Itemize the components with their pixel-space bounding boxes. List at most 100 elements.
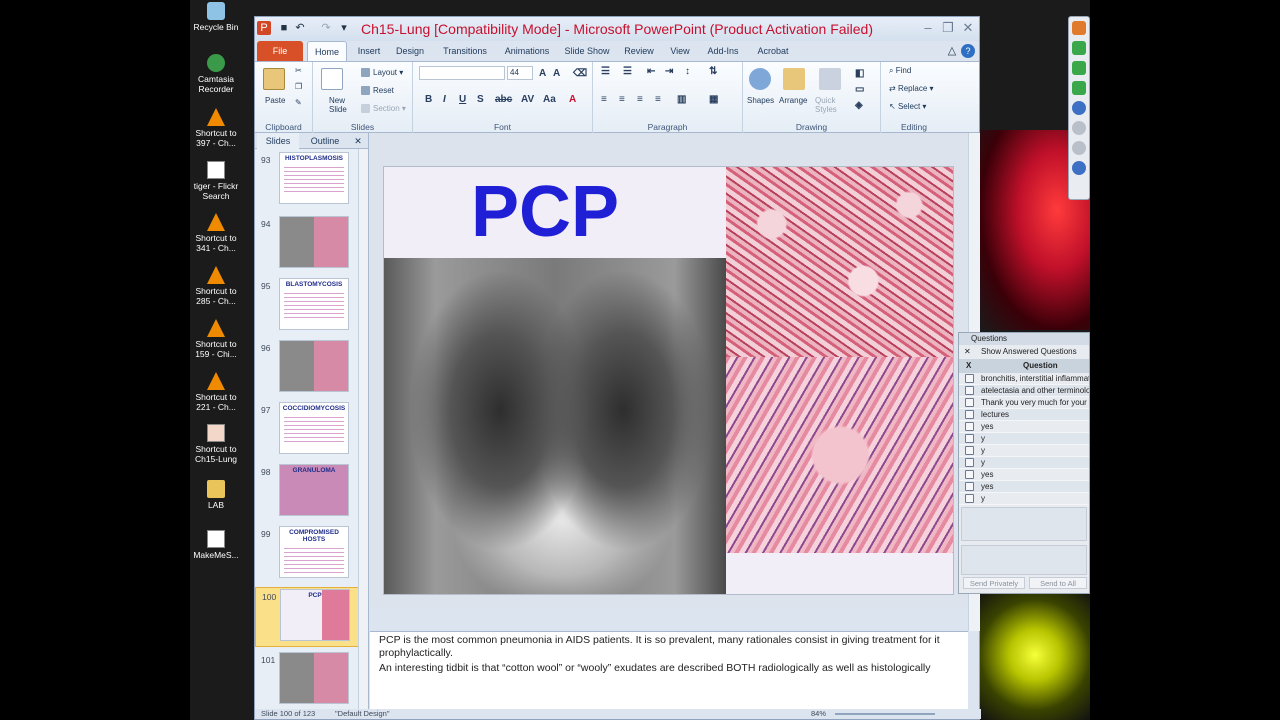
align-left-icon[interactable]: ≡ bbox=[601, 94, 607, 105]
strikethrough-icon[interactable]: abc bbox=[495, 94, 512, 105]
lock-icon[interactable] bbox=[965, 386, 974, 395]
line-spacing-icon[interactable]: ↕ bbox=[685, 66, 690, 77]
question-row[interactable]: yes bbox=[959, 481, 1089, 493]
question-row[interactable]: atelectasia and other terminology bbox=[959, 385, 1089, 397]
question-row[interactable]: Thank you very much for your bbox=[959, 397, 1089, 409]
tab-slide-show[interactable]: Slide Show bbox=[561, 41, 613, 61]
align-right-icon[interactable]: ≡ bbox=[637, 94, 643, 105]
send-privately-button[interactable]: Send Privately bbox=[963, 577, 1025, 589]
bold-icon[interactable]: B bbox=[425, 94, 432, 105]
stop-icon[interactable] bbox=[1072, 121, 1086, 135]
columns-icon[interactable]: ▥ bbox=[677, 94, 686, 105]
shrink-font-icon[interactable]: A bbox=[553, 68, 560, 79]
question-row[interactable]: yes bbox=[959, 469, 1089, 481]
close-answered-icon[interactable]: ✕ bbox=[964, 345, 971, 359]
camera-icon[interactable] bbox=[1072, 61, 1086, 75]
bullets-icon[interactable]: ☰ bbox=[601, 66, 610, 77]
decrease-indent-icon[interactable]: ⇤ bbox=[647, 66, 655, 77]
desktop-icon-shortcut-159[interactable]: Shortcut to 159 - Chi... bbox=[190, 319, 242, 359]
question-reply-area[interactable] bbox=[961, 507, 1087, 541]
justify-icon[interactable]: ≡ bbox=[655, 94, 661, 105]
tab-add-ins[interactable]: Add-Ins bbox=[703, 41, 743, 61]
record-icon[interactable] bbox=[1072, 21, 1086, 35]
layout-button[interactable]: Layout ▾ bbox=[361, 68, 403, 78]
cut-icon[interactable]: ✂ bbox=[295, 66, 302, 75]
italic-icon[interactable]: I bbox=[443, 94, 446, 105]
zoom-level[interactable]: 84% bbox=[811, 709, 826, 718]
arrange-button[interactable]: Arrange bbox=[779, 96, 807, 105]
shape-outline-icon[interactable]: ▭ bbox=[855, 84, 864, 95]
tab-insert[interactable]: Insert bbox=[351, 41, 387, 61]
paste-button[interactable]: Paste bbox=[265, 96, 285, 105]
zoom-slider[interactable] bbox=[835, 713, 935, 715]
tab-acrobat[interactable]: Acrobat bbox=[749, 41, 797, 61]
slide-thumbnail-100[interactable]: 100 PCP bbox=[255, 587, 359, 647]
slide-thumbnail-95[interactable]: 95 BLASTOMYCOSIS bbox=[255, 277, 359, 337]
shape-effects-icon[interactable]: ◈ bbox=[855, 100, 863, 111]
select-button[interactable]: ↖ Select ▾ bbox=[889, 102, 926, 111]
format-painter-icon[interactable]: ✎ bbox=[295, 98, 302, 107]
tab-animations[interactable]: Animations bbox=[499, 41, 555, 61]
shapes-icon[interactable] bbox=[749, 68, 771, 90]
tab-slides[interactable]: Slides bbox=[257, 133, 299, 149]
lock-icon[interactable] bbox=[965, 470, 974, 479]
replace-button[interactable]: ⇄ Replace ▾ bbox=[889, 84, 934, 93]
desktop-icon-shortcut-221[interactable]: Shortcut to 221 - Ch... bbox=[190, 372, 242, 412]
desktop-icon-shortcut-285[interactable]: Shortcut to 285 - Ch... bbox=[190, 266, 242, 306]
lock-icon[interactable] bbox=[965, 398, 974, 407]
slides-pane-scrollbar[interactable] bbox=[358, 149, 368, 711]
tab-file[interactable]: File bbox=[257, 41, 303, 61]
lock-icon[interactable] bbox=[965, 410, 974, 419]
help-icon[interactable]: ? bbox=[961, 44, 975, 58]
desktop-icon-shortcut-ch15-lung[interactable]: Shortcut to Ch15-Lung bbox=[190, 424, 242, 464]
slide-thumbnail-98[interactable]: 98 GRANULOMA bbox=[255, 463, 359, 523]
close-icon[interactable]: ✕ bbox=[959, 20, 977, 36]
desktop-icon-tiger-flickr[interactable]: tiger - Flickr Search bbox=[190, 161, 242, 201]
settings-icon[interactable] bbox=[1072, 141, 1086, 155]
lock-icon[interactable] bbox=[965, 482, 974, 491]
font-color-icon[interactable]: A bbox=[569, 94, 576, 105]
copy-icon[interactable]: ❐ bbox=[295, 82, 302, 91]
lock-icon[interactable] bbox=[965, 458, 974, 467]
minimize-ribbon-icon[interactable]: △ bbox=[945, 44, 959, 58]
notes-pane[interactable]: PCP is the most common pneumonia in AIDS… bbox=[370, 631, 968, 711]
close-pane-icon[interactable]: ✕ bbox=[351, 133, 365, 149]
question-row[interactable]: yes bbox=[959, 421, 1089, 433]
arrange-icon[interactable] bbox=[783, 68, 805, 90]
slide-title[interactable]: PCP bbox=[384, 171, 706, 253]
desktop-icon-camtasia[interactable]: Camtasia Recorder bbox=[190, 54, 242, 94]
desktop-icon-recycle-bin[interactable]: Recycle Bin bbox=[190, 2, 242, 32]
clear-formatting-icon[interactable]: ⌫ bbox=[573, 68, 587, 79]
desktop-icon-lab[interactable]: LAB bbox=[190, 480, 242, 510]
question-row[interactable]: lectures bbox=[959, 409, 1089, 421]
slide-thumbnail-96[interactable]: 96 bbox=[255, 339, 359, 399]
character-spacing-icon[interactable]: AV bbox=[521, 94, 534, 105]
screen-icon[interactable] bbox=[1072, 81, 1086, 95]
numbering-icon[interactable]: ☰ bbox=[623, 66, 632, 77]
question-row[interactable]: y bbox=[959, 457, 1089, 469]
slide-thumbnail-99[interactable]: 99 COMPROMISED HOSTS bbox=[255, 525, 359, 585]
text-direction-icon[interactable]: ⇅ bbox=[709, 66, 717, 77]
question-detail-area[interactable] bbox=[961, 545, 1087, 575]
microphone-icon[interactable] bbox=[1072, 41, 1086, 55]
shape-fill-icon[interactable]: ◧ bbox=[855, 68, 864, 79]
shadow-icon[interactable]: S bbox=[477, 94, 484, 105]
tab-transitions[interactable]: Transitions bbox=[435, 41, 495, 61]
show-answered-option[interactable]: ✕ Show Answered Questions bbox=[959, 345, 1089, 359]
slide-canvas[interactable]: PCP bbox=[383, 166, 954, 595]
section-button[interactable]: Section ▾ bbox=[361, 104, 406, 114]
smartart-icon[interactable]: ▦ bbox=[709, 94, 718, 105]
quick-styles-button[interactable]: Quick Styles bbox=[815, 96, 845, 114]
lock-icon[interactable] bbox=[965, 494, 974, 503]
new-slide-icon[interactable] bbox=[321, 68, 343, 90]
lock-icon[interactable] bbox=[965, 422, 974, 431]
slide-thumbnail-94[interactable]: 94 bbox=[255, 215, 359, 275]
question-row[interactable]: y bbox=[959, 433, 1089, 445]
underline-icon[interactable]: U bbox=[459, 94, 466, 105]
slide-thumbnail-101[interactable]: 101 bbox=[255, 651, 359, 711]
help-icon[interactable] bbox=[1072, 161, 1086, 175]
question-row[interactable]: bronchitis, interstitial inflammation bbox=[959, 373, 1089, 385]
tab-view[interactable]: View bbox=[663, 41, 697, 61]
question-row[interactable]: y bbox=[959, 493, 1089, 505]
paste-icon[interactable] bbox=[263, 68, 285, 90]
